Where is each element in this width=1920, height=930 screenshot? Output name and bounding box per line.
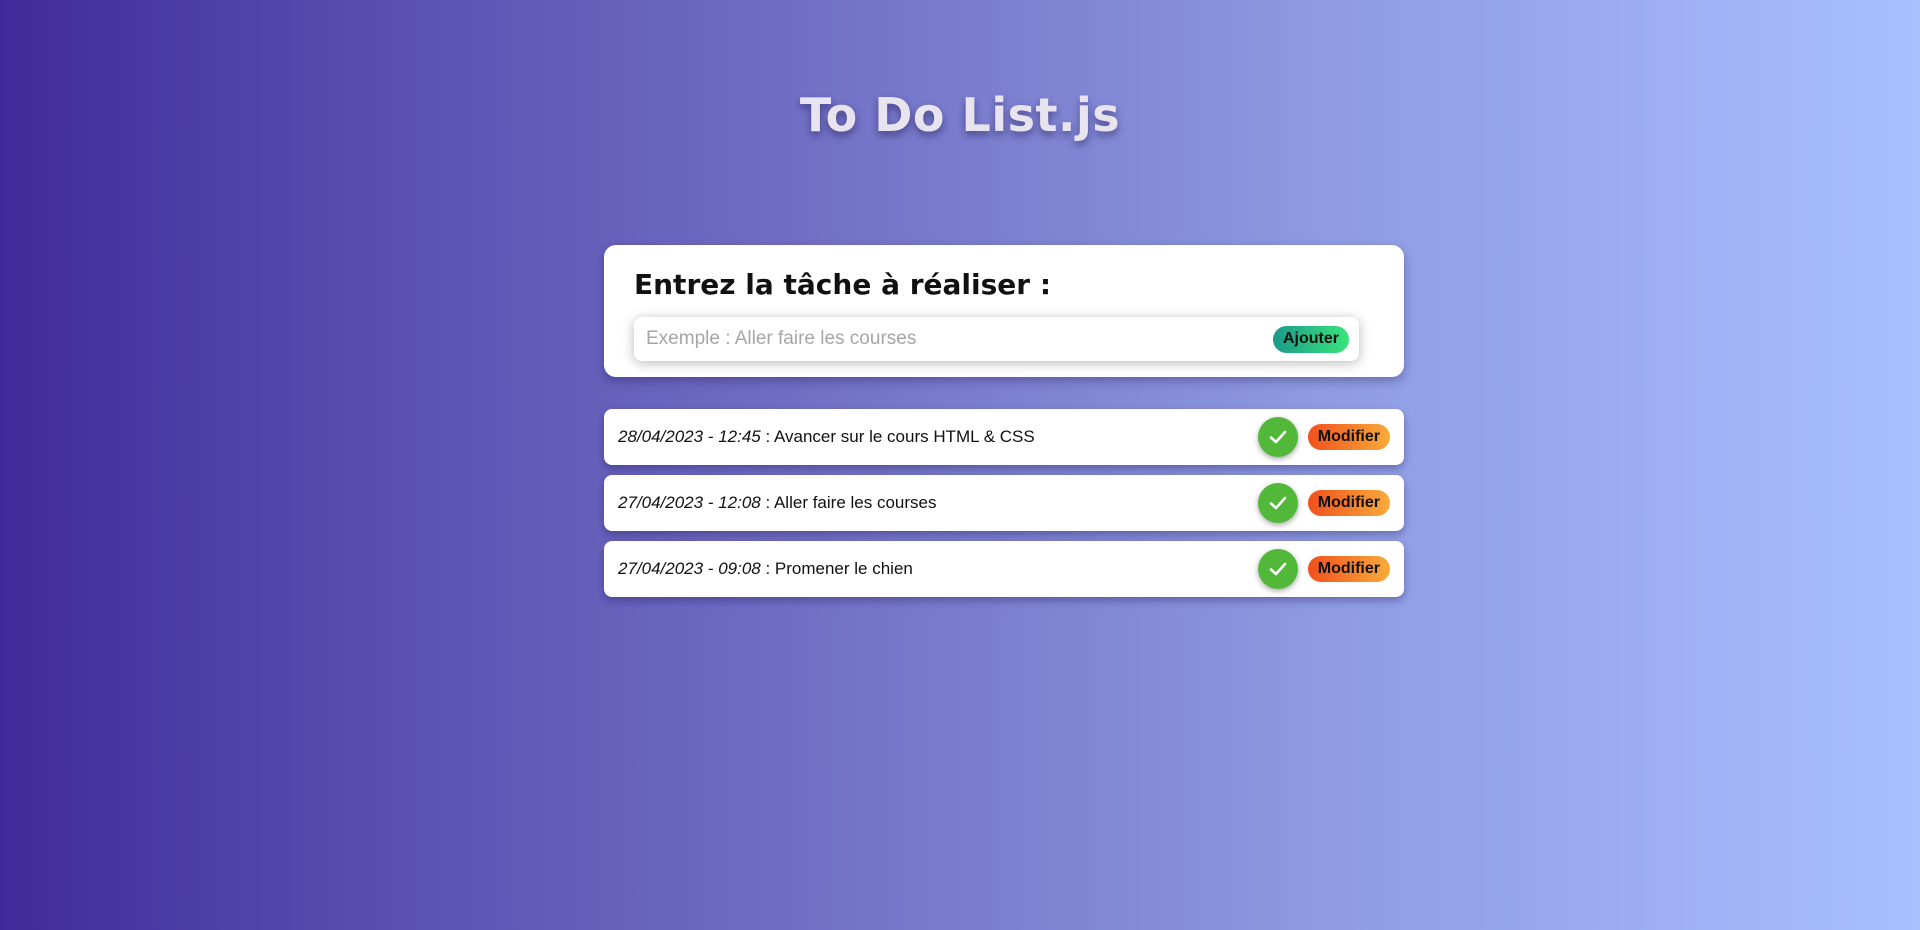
- form-heading: Entrez la tâche à réaliser :: [634, 268, 1052, 301]
- task-separator: :: [760, 559, 775, 578]
- done-button[interactable]: [1257, 417, 1298, 457]
- task-separator: :: [760, 493, 774, 512]
- input-row: Ajouter: [634, 317, 1359, 361]
- task-list: 28/04/2023 - 12:45 : Avancer sur le cour…: [604, 409, 1404, 607]
- task-date: 28/04/2023 - 12:45: [618, 427, 761, 446]
- task-label: Avancer sur le cours HTML & CSS: [773, 427, 1035, 446]
- task-date: 27/04/2023 - 12:08: [618, 493, 761, 512]
- app-title: To Do List.js: [799, 88, 1121, 142]
- done-button[interactable]: [1257, 549, 1298, 589]
- done-button[interactable]: [1257, 483, 1298, 523]
- task-label: Aller faire les courses: [773, 493, 937, 512]
- new-task-form: Entrez la tâche à réaliser : Ajouter: [604, 245, 1404, 377]
- task-separator: :: [760, 427, 774, 446]
- task-text-container: 28/04/2023 - 12:45 : Avancer sur le cour…: [618, 427, 1258, 447]
- check-icon: [1269, 496, 1287, 510]
- task-label: Promener le chien: [774, 559, 913, 578]
- task-text-container: 27/04/2023 - 09:08 : Promener le chien: [618, 559, 1258, 579]
- task-item: 27/04/2023 - 12:08 : Aller faire les cou…: [604, 475, 1404, 531]
- edit-button[interactable]: Modifier: [1307, 424, 1390, 450]
- task-text-container: 27/04/2023 - 12:08 : Aller faire les cou…: [618, 493, 1258, 513]
- task-item: 28/04/2023 - 12:45 : Avancer sur le cour…: [604, 409, 1404, 465]
- check-icon: [1269, 562, 1287, 576]
- check-icon: [1269, 430, 1287, 444]
- edit-button[interactable]: Modifier: [1307, 556, 1390, 582]
- add-button[interactable]: Ajouter: [1273, 325, 1349, 353]
- task-input[interactable]: [644, 327, 1273, 351]
- edit-button[interactable]: Modifier: [1307, 490, 1390, 516]
- task-item: 27/04/2023 - 09:08 : Promener le chien M…: [604, 541, 1404, 597]
- task-date: 27/04/2023 - 09:08: [618, 559, 761, 578]
